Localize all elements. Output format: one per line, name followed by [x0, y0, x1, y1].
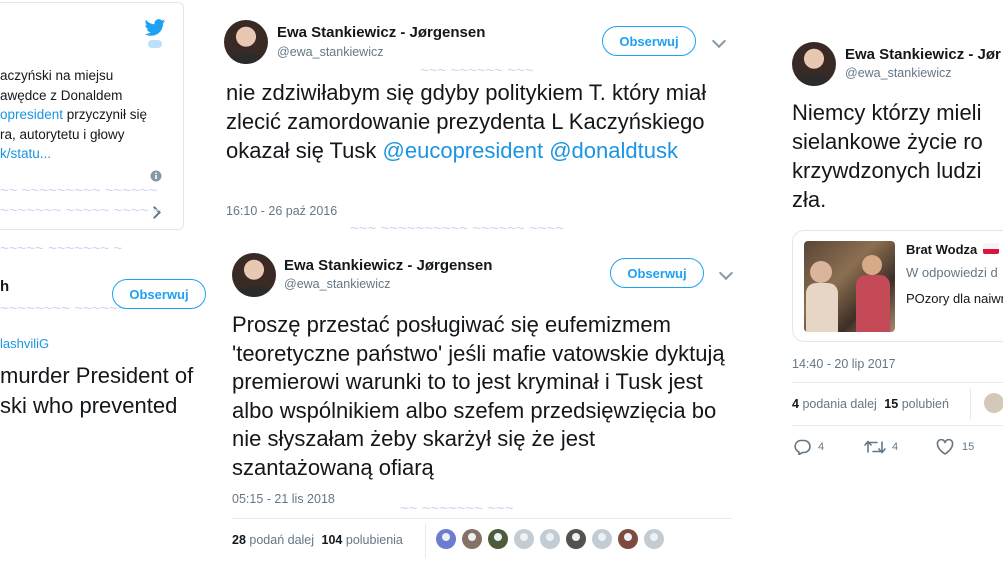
- liker-avatar[interactable]: [592, 529, 612, 549]
- mention-link[interactable]: @donaldtusk: [549, 138, 678, 163]
- retweet-count[interactable]: 4: [792, 397, 799, 411]
- stats-separator: [425, 524, 426, 558]
- like-label[interactable]: polubienia: [346, 533, 403, 547]
- liker-avatar[interactable]: [644, 529, 664, 549]
- tweet-text-line: krzywdzonych ludzi: [792, 158, 982, 183]
- embed-line: aczyński na miejsu: [0, 68, 114, 83]
- embed-text: aczyński na miejsu awędce z Donaldem opr…: [0, 66, 180, 164]
- timestamp[interactable]: 14:40 - 20 lip 2017: [792, 357, 896, 371]
- like-action-count[interactable]: 15: [962, 441, 974, 453]
- reply-icon[interactable]: [793, 439, 811, 455]
- quoted-text: POzory dla naiwn: [906, 291, 1003, 306]
- retweet-action-count[interactable]: 4: [892, 441, 898, 453]
- info-icon[interactable]: [150, 170, 162, 182]
- ghost-text: ~~~ ~~~~~~~~~~ ~~~~~~ ~~~~: [350, 220, 564, 237]
- left-author-initial: h: [0, 278, 10, 295]
- avatar[interactable]: [224, 20, 268, 64]
- embed-line: opresident przyczynił się: [0, 107, 148, 122]
- tweet-text: Proszę przestać posługiwać się eufemizme…: [232, 312, 725, 480]
- ghost-text: ~~~~~ ~~~~~~~ ~: [0, 240, 123, 257]
- chevron-down-icon[interactable]: [718, 265, 734, 281]
- timestamp[interactable]: 16:10 - 26 paź 2016: [226, 204, 337, 218]
- author-name[interactable]: Ewa Stankiewicz - Jørgensen: [277, 24, 485, 41]
- left-text-line: ski who prevented: [0, 393, 178, 418]
- reply-count[interactable]: 4: [818, 441, 824, 453]
- heart-icon[interactable]: [936, 439, 954, 455]
- quoted-tweet-image: [804, 241, 895, 332]
- liker-avatar[interactable]: [436, 529, 456, 549]
- follow-button[interactable]: Obserwuj: [610, 258, 704, 288]
- bird-reflection: [148, 40, 162, 48]
- author-handle[interactable]: @ewa_stankiewicz: [284, 277, 390, 291]
- quoted-author-name[interactable]: Brat Wodza: [906, 242, 977, 257]
- left-text-line: murder President of: [0, 363, 194, 388]
- liker-avatar[interactable]: [984, 393, 1003, 413]
- retweet-count[interactable]: 28: [232, 533, 246, 547]
- embed-line: ra, autorytetu i głowy: [0, 126, 125, 142]
- author-handle[interactable]: @ewa_stankiewicz: [845, 66, 951, 80]
- tweet-stats: 28 podań dalej 104 polubienia: [232, 533, 403, 547]
- like-count[interactable]: 104: [322, 533, 343, 547]
- tweet-text: nie zdziwiłabym się gdyby politykiem T. …: [226, 80, 707, 163]
- divider: [792, 425, 1003, 426]
- chevron-down-icon[interactable]: [711, 33, 727, 49]
- tweet-stats: 4 podania dalej 15 polubień: [792, 397, 949, 411]
- embed-mention[interactable]: opresident: [0, 107, 63, 122]
- retweet-label[interactable]: podań dalej: [249, 533, 314, 547]
- embed-link[interactable]: k/statu...: [0, 144, 180, 164]
- left-tweet-text: murder President of ski who prevented: [0, 361, 193, 421]
- divider: [792, 382, 1003, 383]
- follow-button[interactable]: Obserwuj: [602, 26, 696, 56]
- liker-avatar[interactable]: [566, 529, 586, 549]
- author-handle[interactable]: @ewa_stankiewicz: [277, 45, 383, 59]
- liker-avatar[interactable]: [618, 529, 638, 549]
- tweet-text-line: zła.: [792, 187, 827, 212]
- ghost-text: ~~~~~~~ ~~~~~ ~~~~ ~: [0, 202, 162, 219]
- author-name[interactable]: Ewa Stankiewicz - Jør: [845, 46, 1001, 63]
- timestamp[interactable]: 05:15 - 21 lis 2018: [232, 492, 335, 506]
- tweet-text-line: sielankowe życie ro: [792, 129, 983, 154]
- liker-avatar[interactable]: [488, 529, 508, 549]
- like-label[interactable]: polubień: [902, 397, 949, 411]
- mention-link[interactable]: @eucopresident: [383, 138, 544, 163]
- ghost-text: ~~ ~~~~~~~ ~~~: [400, 500, 514, 517]
- liker-avatar[interactable]: [540, 529, 560, 549]
- liker-avatar[interactable]: [514, 529, 534, 549]
- twitter-bird-icon: [144, 19, 166, 36]
- divider: [232, 518, 732, 519]
- quoted-reply-to: W odpowiedzi d: [906, 265, 998, 280]
- tweet-text: Niemcy którzy mieli sielankowe życie ro …: [792, 98, 983, 214]
- flag-icon: [983, 243, 999, 254]
- ghost-text: ~~~ ~~~~~~ ~~~: [420, 62, 534, 79]
- liker-avatar[interactable]: [462, 529, 482, 549]
- tweet-text-line: Niemcy którzy mieli: [792, 100, 982, 125]
- retweet-icon[interactable]: [864, 439, 886, 455]
- embed-line: awędce z Donaldem: [0, 87, 123, 103]
- left-follow-button[interactable]: Obserwuj: [112, 279, 206, 309]
- left-handle[interactable]: lashviliG: [0, 336, 49, 351]
- avatar[interactable]: [792, 42, 836, 86]
- avatar[interactable]: [232, 253, 276, 297]
- author-name[interactable]: Ewa Stankiewicz - Jørgensen: [284, 257, 492, 274]
- stats-separator: [970, 388, 971, 420]
- like-count[interactable]: 15: [884, 397, 898, 411]
- retweet-label[interactable]: podania dalej: [802, 397, 876, 411]
- ghost-text: ~~ ~~~~~~~~~ ~~~~~~: [0, 182, 158, 199]
